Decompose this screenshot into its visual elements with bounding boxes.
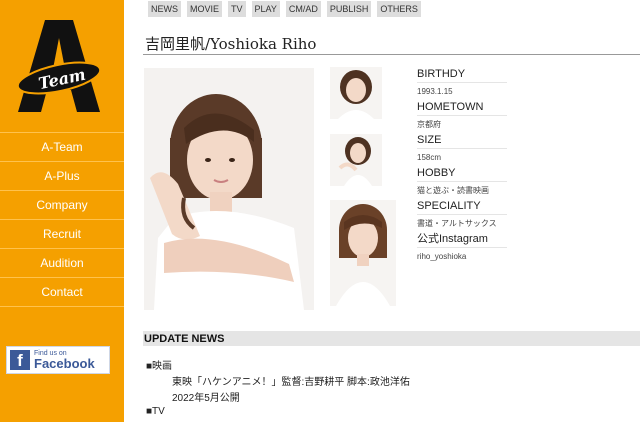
tab-publish[interactable]: PUBLISH — [326, 1, 372, 17]
sidebar-nav: A-Team A-Plus Company Recruit Audition C… — [0, 132, 124, 307]
category-tabs: NEWS MOVIE TV PLAY CM/AD PUBLISH OTHERS — [148, 1, 427, 17]
tab-news[interactable]: NEWS — [148, 1, 181, 17]
news-category-movie: ■映画 — [146, 361, 173, 372]
label-instagram: 公式Instagram — [417, 232, 507, 248]
news-item-text: 東映「ハケンアニメ！」監督:吉野耕平 脚本:政池洋佑 — [172, 377, 410, 388]
facebook-line2: Facebook — [34, 356, 95, 371]
thumbnail-photo-2[interactable] — [330, 134, 382, 186]
nav-a-team[interactable]: A-Team — [0, 133, 124, 162]
thumbnail-photo-3[interactable] — [330, 200, 396, 306]
label-hobby: HOBBY — [417, 166, 507, 182]
news-item-date: 2022年5月公開 — [172, 393, 240, 404]
label-size: SIZE — [417, 133, 507, 149]
label-hometown: HOMETOWN — [417, 100, 507, 116]
tab-others[interactable]: OTHERS — [377, 1, 421, 17]
tab-movie[interactable]: MOVIE — [187, 1, 223, 17]
update-news-title: UPDATE NEWS — [144, 333, 225, 345]
page-title: 吉岡里帆/Yoshioka Riho — [145, 35, 317, 53]
facebook-text: Find us on Facebook — [34, 350, 95, 370]
profile-info: BIRTHDY 1993.1.15 HOMETOWN 京都府 SIZE 158c… — [417, 67, 507, 265]
facebook-icon: f — [10, 350, 30, 370]
nav-a-plus[interactable]: A-Plus — [0, 162, 124, 191]
thumbnail-photo-1[interactable] — [330, 67, 382, 119]
nav-contact[interactable]: Contact — [0, 278, 124, 307]
title-divider — [143, 54, 640, 55]
main-portrait-photo — [144, 68, 314, 310]
tab-play[interactable]: PLAY — [251, 1, 280, 17]
label-birthday: BIRTHDY — [417, 67, 507, 83]
tab-cm-ad[interactable]: CM/AD — [285, 1, 321, 17]
label-speciality: SPECIALITY — [417, 199, 507, 215]
value-size: 158cm — [417, 153, 442, 162]
nav-audition[interactable]: Audition — [0, 249, 124, 278]
value-hobby: 猫と遊ぶ・読書映画 — [417, 186, 489, 195]
nav-company[interactable]: Company — [0, 191, 124, 220]
news-category-tv: ■TV — [146, 406, 165, 417]
sidebar: Team A-Team A-Plus Company Recruit Audit… — [0, 0, 124, 422]
a-team-logo[interactable]: Team — [16, 18, 102, 114]
value-birthday: 1993.1.15 — [417, 87, 453, 96]
tab-tv[interactable]: TV — [228, 1, 246, 17]
instagram-link[interactable]: riho_yoshioka — [417, 248, 507, 265]
nav-recruit[interactable]: Recruit — [0, 220, 124, 249]
facebook-button[interactable]: f Find us on Facebook — [6, 346, 110, 374]
value-hometown: 京都府 — [417, 120, 441, 129]
value-speciality: 書道・アルトサックス — [417, 219, 497, 228]
